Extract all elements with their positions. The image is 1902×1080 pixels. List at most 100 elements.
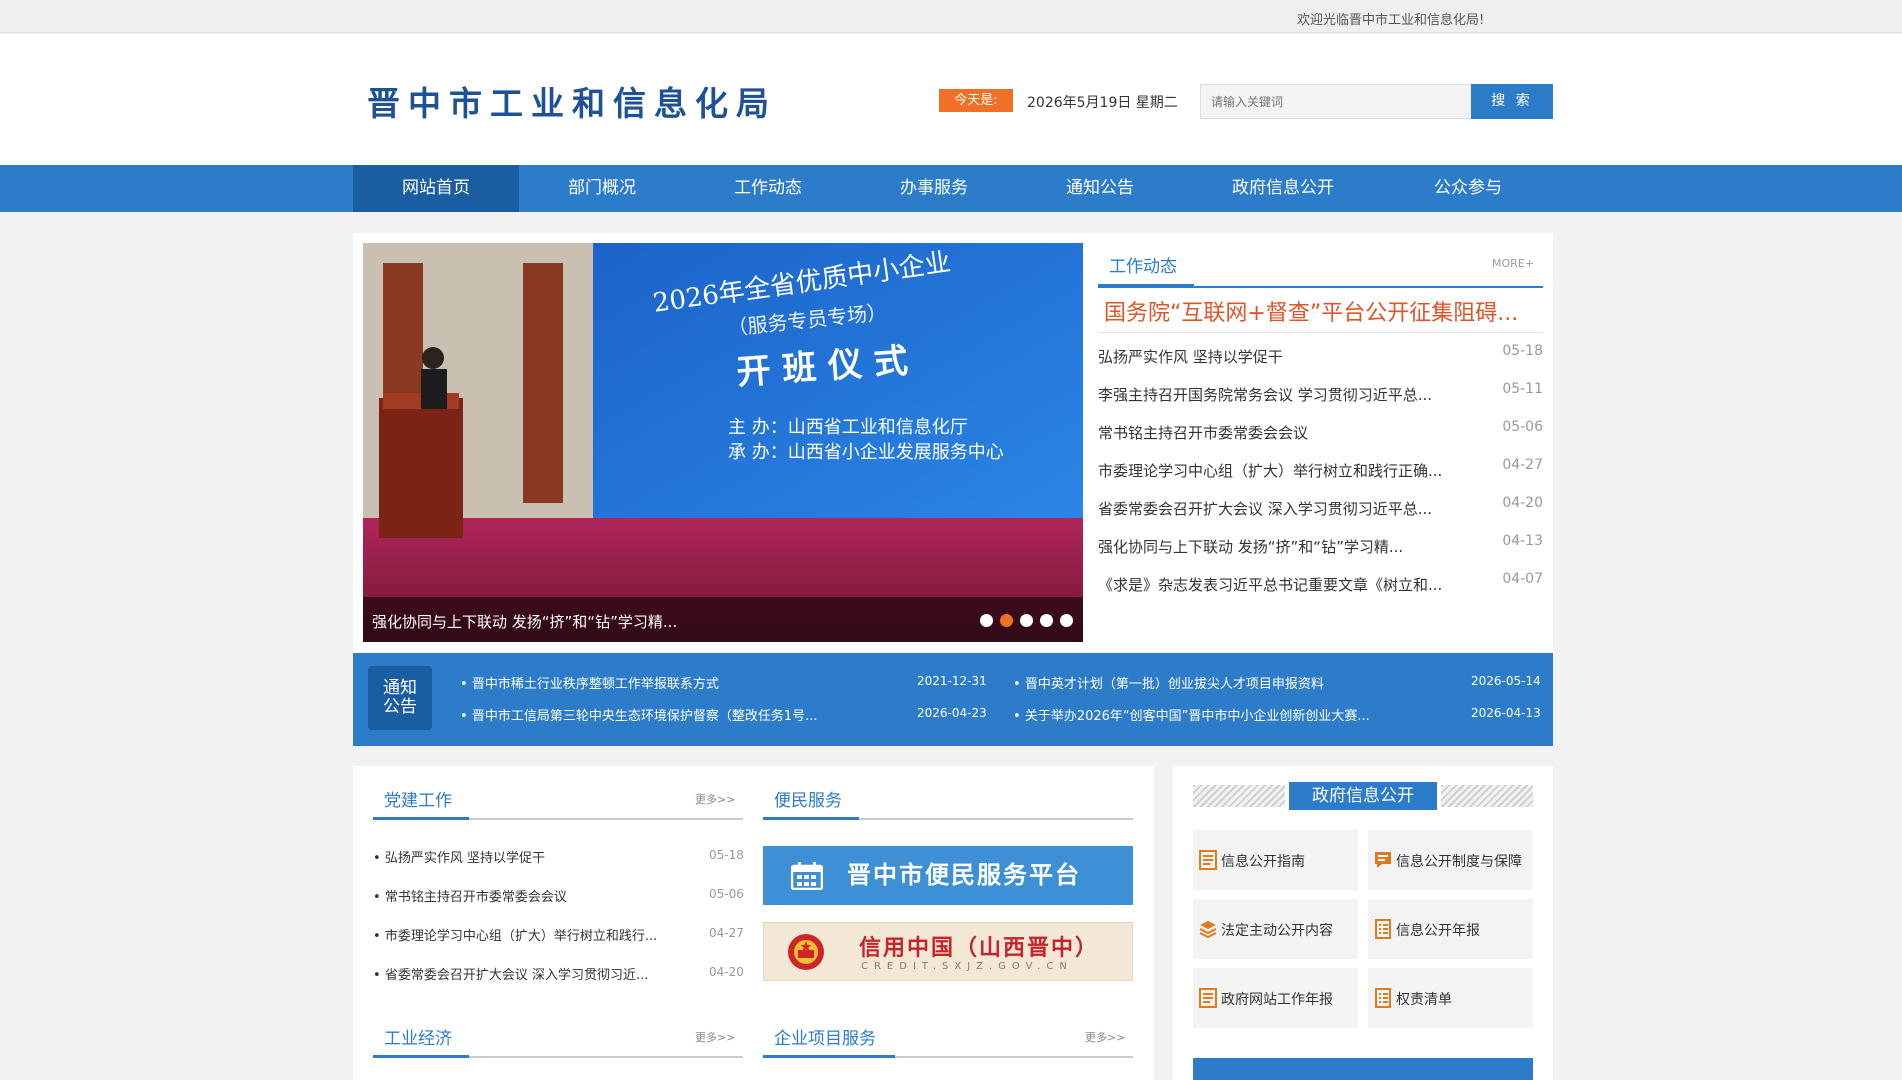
service-tab-underline xyxy=(763,817,859,820)
gov-tile-label: 法定主动公开内容 xyxy=(1221,923,1333,939)
document-icon xyxy=(1199,850,1217,870)
notice-item[interactable]: • 关于举办2026年“创客中国”晋中市中小企业创新创业大赛... xyxy=(1013,705,1370,724)
credit-china-banner[interactable]: 信用中国（山西晋中） CREDIT.SXJZ.GOV.CN xyxy=(763,922,1133,981)
notice-item[interactable]: • 晋中市稀土行业秩序整顿工作举报联系方式 xyxy=(460,673,719,692)
news-item[interactable]: 李强主持召开国务院常务会议 学习贯彻习近平总... 05-11 xyxy=(1098,381,1543,411)
party-item-date: 04-20 xyxy=(709,965,744,979)
slide-dot-2[interactable] xyxy=(1000,614,1013,627)
news-item[interactable]: 弘扬严实作风 坚持以学促干 05-18 xyxy=(1098,343,1543,373)
enterprise-title[interactable]: 企业项目服务 xyxy=(774,1024,876,1049)
notice-item-title: 晋中市工信局第三轮中央生态环境保护督察（整改任务1号... xyxy=(471,709,818,724)
gov-tile-label: 权责清单 xyxy=(1396,992,1452,1008)
notice-strip xyxy=(353,653,1553,746)
slide-dot-3[interactable] xyxy=(1020,614,1033,627)
notice-item-title: 关于举办2026年“创客中国”晋中市中小企业创新创业大赛... xyxy=(1024,709,1370,724)
slide-photo: 2026年全省优质中小企业 （服务专员专场） 开 班 仪 式 主 办：山西省工业… xyxy=(363,243,1083,642)
list-icon xyxy=(1375,988,1391,1008)
convenience-platform-banner[interactable]: 晋中市便民服务平台 xyxy=(763,846,1133,905)
industry-more-link[interactable]: 更多>> xyxy=(695,1029,735,1045)
news-item-date: 05-06 xyxy=(1502,419,1543,435)
photo-slider[interactable]: 2026年全省优质中小企业 （服务专员专场） 开 班 仪 式 主 办：山西省工业… xyxy=(363,243,1083,642)
news-item-title: 常书铭主持召开市委常委会会议 xyxy=(1098,424,1309,442)
gov-info-title[interactable]: 政府信息公开 xyxy=(1289,782,1437,810)
gov-tile-label: 信息公开指南 xyxy=(1221,854,1305,870)
news-headline[interactable]: 国务院“互联网+督查”平台公开征集阻碍... xyxy=(1104,295,1518,327)
party-item-title: • 弘扬严实作风 坚持以学促干 xyxy=(373,851,545,866)
gov-title-stripe-left xyxy=(1193,785,1285,807)
party-item-date: 04-27 xyxy=(709,926,744,940)
slide-caption[interactable]: 强化协同与上下联动 发扬“挤”和“钻”学习精... xyxy=(372,611,677,632)
news-item-title: 李强主持召开国务院常务会议 学习贯彻习近平总... xyxy=(1098,386,1433,404)
slide-dot-1[interactable] xyxy=(980,614,993,627)
news-item[interactable]: 常书铭主持召开市委常委会会议 05-06 xyxy=(1098,419,1543,449)
party-item-title: • 省委常委会召开扩大会议 深入学习贯彻习近... xyxy=(373,968,649,983)
nav-item-about[interactable]: 部门概况 xyxy=(519,165,685,212)
headline-divider xyxy=(1098,332,1543,333)
notice-item-date: 2026-04-13 xyxy=(1471,706,1541,720)
news-item-title: 强化协同与上下联动 发扬“挤”和“钻”学习精... xyxy=(1098,538,1404,556)
gov-tile-label: 政府网站工作年报 xyxy=(1221,992,1333,1008)
gov-tile-guide[interactable]: 信息公开指南 xyxy=(1193,830,1358,890)
today-label: 今天是: xyxy=(939,89,1013,112)
notice-item-title: 晋中英才计划（第一批）创业拔尖人才项目申报资料 xyxy=(1024,677,1324,692)
service-title[interactable]: 便民服务 xyxy=(774,786,842,811)
news-item[interactable]: 强化协同与上下联动 发扬“挤”和“钻”学习精... 04-13 xyxy=(1098,533,1543,563)
news-item-date: 05-18 xyxy=(1502,343,1543,359)
gov-tile-statutory[interactable]: 法定主动公开内容 xyxy=(1193,899,1358,959)
list-icon xyxy=(1375,919,1391,939)
news-item-date: 04-20 xyxy=(1502,495,1543,511)
nav-item-services[interactable]: 办事服务 xyxy=(851,165,1017,212)
main-nav: 网站首页 部门概况 工作动态 办事服务 通知公告 政府信息公开 公众参与 xyxy=(0,165,1902,212)
gov-tile-system[interactable]: 信息公开制度与保障 xyxy=(1368,830,1533,890)
search-button[interactable]: 搜 索 xyxy=(1471,84,1553,119)
party-title[interactable]: 党建工作 xyxy=(384,786,452,811)
news-item[interactable]: 《求是》杂志发表习近平总书记重要文章《树立和... 04-07 xyxy=(1098,571,1543,601)
document-icon xyxy=(1199,988,1217,1008)
nav-item-home[interactable]: 网站首页 xyxy=(353,165,519,212)
site-logo[interactable]: 晋中市工业和信息化局 xyxy=(367,77,777,125)
notice-label-line1: 通知 xyxy=(383,678,417,698)
gov-title-stripe-right xyxy=(1441,785,1533,807)
news-item-date: 05-11 xyxy=(1502,381,1543,397)
gov-tile-label: 信息公开制度与保障 xyxy=(1396,854,1522,870)
notice-item-title: 晋中市稀土行业秩序整顿工作举报联系方式 xyxy=(471,677,719,692)
news-tab-underline xyxy=(1098,284,1194,288)
news-item-title: 市委理论学习中心组（扩大）举行树立和践行正确... xyxy=(1098,462,1443,480)
notice-item-date: 2026-04-23 xyxy=(917,706,987,720)
notice-item[interactable]: • 晋中市工信局第三轮中央生态环境保护督察（整改任务1号... xyxy=(460,705,817,724)
nav-item-work-news[interactable]: 工作动态 xyxy=(685,165,851,212)
news-tab[interactable]: 工作动态 xyxy=(1109,252,1177,277)
credit-url: CREDIT.SXJZ.GOV.CN xyxy=(861,961,1073,972)
gov-tile-annual-report[interactable]: 信息公开年报 xyxy=(1368,899,1533,959)
calendar-icon xyxy=(791,862,823,890)
enterprise-more-link[interactable]: 更多>> xyxy=(1085,1029,1125,1045)
slide-dot-5[interactable] xyxy=(1060,614,1073,627)
search-input[interactable] xyxy=(1200,84,1472,119)
screen-organizer: 承 办：山西省小企业发展服务中心 xyxy=(728,442,1004,463)
notice-label: 通知 公告 xyxy=(368,666,432,730)
today-date: 2026年5月19日 星期二 xyxy=(1027,95,1178,111)
gov-bottom-banner[interactable] xyxy=(1193,1058,1533,1080)
party-more-link[interactable]: 更多>> xyxy=(695,791,735,807)
notice-label-line2: 公告 xyxy=(383,697,417,717)
slide-dot-4[interactable] xyxy=(1040,614,1053,627)
news-item-date: 04-27 xyxy=(1502,457,1543,473)
party-tab-underline xyxy=(373,817,469,820)
party-item-date: 05-18 xyxy=(709,848,744,862)
news-more-link[interactable]: MORE+ xyxy=(1492,257,1534,270)
nav-item-notices[interactable]: 通知公告 xyxy=(1017,165,1183,212)
notice-item[interactable]: • 晋中英才计划（第一批）创业拔尖人才项目申报资料 xyxy=(1013,673,1324,692)
gov-tile-label: 信息公开年报 xyxy=(1396,923,1480,939)
gov-tile-responsibility-list[interactable]: 权责清单 xyxy=(1368,968,1533,1028)
nav-item-participation[interactable]: 公众参与 xyxy=(1383,165,1553,212)
party-item-title: • 市委理论学习中心组（扩大）举行树立和践行... xyxy=(373,929,658,944)
industry-title[interactable]: 工业经济 xyxy=(384,1024,452,1049)
gov-tile-website-report[interactable]: 政府网站工作年报 xyxy=(1193,968,1358,1028)
nav-item-gov-info[interactable]: 政府信息公开 xyxy=(1183,165,1383,212)
party-item-title: • 常书铭主持召开市委常委会会议 xyxy=(373,890,567,905)
notice-item-date: 2026-05-14 xyxy=(1471,674,1541,688)
credit-title: 信用中国（山西晋中） xyxy=(859,936,1100,961)
news-item-date: 04-07 xyxy=(1502,571,1543,587)
news-item[interactable]: 市委理论学习中心组（扩大）举行树立和践行正确... 04-27 xyxy=(1098,457,1543,487)
news-item[interactable]: 省委常委会召开扩大会议 深入学习贯彻习近平总... 04-20 xyxy=(1098,495,1543,525)
